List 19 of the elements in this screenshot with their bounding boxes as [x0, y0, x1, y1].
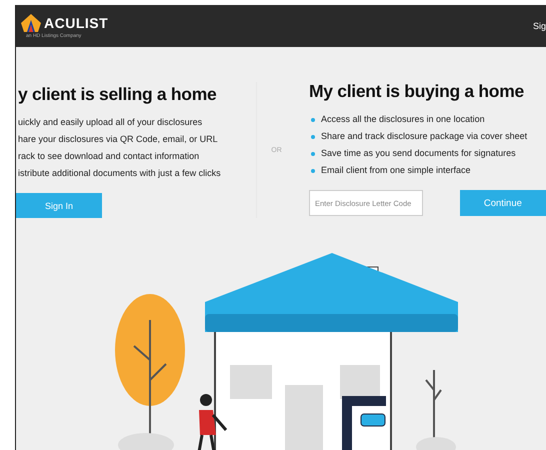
bullet-icon [311, 118, 315, 122]
bullet-icon [311, 169, 315, 173]
buying-heading: My client is buying a home [309, 81, 525, 102]
logo-icon [20, 13, 42, 33]
bullet-icon [311, 135, 315, 139]
feature-text: uickly and easily upload all of your disclosures [18, 117, 202, 127]
continue-button[interactable]: Continue [460, 190, 546, 216]
feature-text: rack to see download and contact information [18, 151, 200, 161]
logo-text: ACULIST [44, 15, 108, 31]
sign-in-button[interactable]: Sign In [16, 193, 102, 218]
bullet-icon [311, 152, 315, 156]
feature-text: Email client from one simple interface [321, 165, 471, 175]
selling-heading: y client is selling a home [18, 84, 218, 105]
feature-text: Share and track disclosure package via cover sheet [321, 131, 528, 141]
feature-text: Save time as you send documents for signatures [321, 148, 516, 158]
feature-text: Access all the disclosures in one location [321, 114, 485, 124]
header-nav-link[interactable]: Sig [532, 21, 546, 31]
feature-text: istribute additional documents with just a few clicks [18, 168, 221, 178]
feature-text: hare your disclosures via QR Code, email, or URL [18, 134, 218, 144]
